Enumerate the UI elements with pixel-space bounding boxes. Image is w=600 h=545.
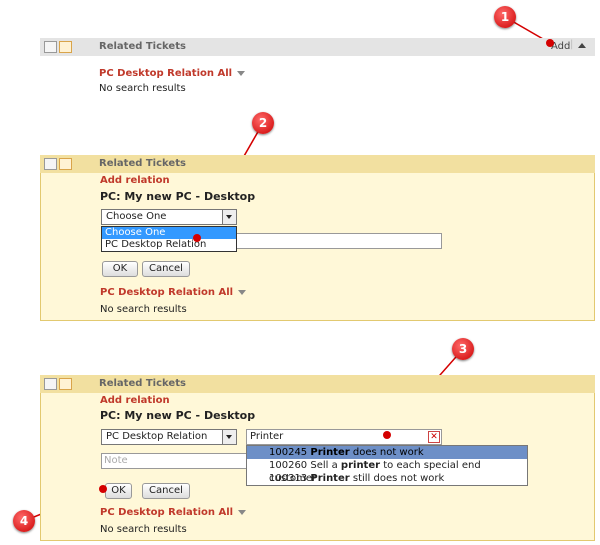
chevron-down-icon[interactable] bbox=[222, 430, 236, 444]
section-header[interactable]: PC Desktop Relation All bbox=[99, 68, 246, 79]
section-label: PC Desktop Relation All bbox=[100, 287, 234, 298]
notes-icon[interactable] bbox=[59, 41, 72, 53]
cancel-button[interactable]: Cancel bbox=[142, 261, 190, 277]
ticket-id: 100313 bbox=[269, 473, 308, 484]
step-marker-4: 4 bbox=[13, 510, 35, 532]
toggle-icon[interactable] bbox=[44, 158, 57, 170]
note-placeholder: Note bbox=[104, 455, 128, 466]
search-input[interactable]: Printer ✕ bbox=[246, 429, 442, 445]
ok-button[interactable]: OK bbox=[102, 261, 138, 277]
callout-dot bbox=[193, 234, 201, 242]
collapse-icon[interactable] bbox=[578, 43, 586, 48]
suggestion-item[interactable]: 100260 Sell a printer to each special en… bbox=[247, 459, 527, 484]
search-value: Printer bbox=[250, 431, 284, 442]
related-tickets-panel-3: Related Tickets Add relation PC: My new … bbox=[40, 375, 595, 541]
notes-icon[interactable] bbox=[59, 158, 72, 170]
select-value: PC Desktop Relation bbox=[106, 431, 208, 442]
autocomplete-list: 100245 Printer does not work 100260 Sell… bbox=[246, 445, 528, 486]
panel-title: Related Tickets bbox=[99, 41, 186, 52]
search-input[interactable] bbox=[236, 233, 442, 249]
notes-icon[interactable] bbox=[59, 378, 72, 390]
toggle-icon[interactable] bbox=[44, 41, 57, 53]
chevron-down-icon bbox=[237, 70, 246, 76]
chevron-down-icon bbox=[238, 509, 247, 515]
no-results-text: No search results bbox=[99, 83, 186, 94]
dropdown-option[interactable]: PC Desktop Relation bbox=[102, 239, 236, 251]
add-relation-label: Add relation bbox=[100, 175, 170, 186]
chevron-down-icon[interactable] bbox=[222, 210, 236, 224]
callout-dot bbox=[546, 39, 554, 47]
panel-icons bbox=[44, 41, 74, 53]
select-value: Choose One bbox=[106, 211, 167, 222]
panel-title: Related Tickets bbox=[99, 378, 186, 389]
section-header[interactable]: PC Desktop Relation All bbox=[100, 507, 247, 518]
panel-title: Related Tickets bbox=[99, 158, 186, 169]
section-label: PC Desktop Relation All bbox=[99, 68, 233, 79]
section-header[interactable]: PC Desktop Relation All bbox=[100, 287, 247, 298]
object-title: PC: My new PC - Desktop bbox=[100, 190, 256, 203]
panel-header: Related Tickets Add | bbox=[40, 38, 595, 56]
panel-icons bbox=[44, 378, 74, 390]
related-tickets-panel-2: Related Tickets Add relation PC: My new … bbox=[40, 155, 595, 321]
section-label: PC Desktop Relation All bbox=[100, 507, 234, 518]
no-results-text: No search results bbox=[100, 524, 187, 535]
add-relation-label: Add relation bbox=[100, 395, 170, 406]
ok-button[interactable]: OK bbox=[105, 483, 132, 499]
chevron-down-icon bbox=[238, 289, 247, 295]
callout-dot bbox=[99, 485, 107, 493]
dropdown-option[interactable]: Choose One bbox=[102, 227, 236, 239]
callout-dot bbox=[383, 431, 391, 439]
panel-icons bbox=[44, 158, 74, 170]
clear-icon[interactable]: ✕ bbox=[428, 431, 440, 443]
cancel-button[interactable]: Cancel bbox=[142, 483, 190, 499]
panel-body: Add relation PC: My new PC - Desktop PC … bbox=[40, 393, 595, 541]
suggestion-item[interactable]: 100313 Printer still does not work bbox=[247, 472, 527, 485]
toggle-icon[interactable] bbox=[44, 378, 57, 390]
relation-select[interactable]: Choose One bbox=[101, 209, 237, 225]
panel-body: Add relation PC: My new PC - Desktop Cho… bbox=[40, 173, 595, 321]
step-marker-1: 1 bbox=[494, 6, 516, 28]
object-title: PC: My new PC - Desktop bbox=[100, 409, 256, 422]
panel-header: Related Tickets bbox=[40, 375, 595, 393]
panel-header: Related Tickets bbox=[40, 155, 595, 173]
suggestion-item[interactable]: 100245 Printer does not work bbox=[247, 446, 527, 459]
note-field[interactable]: Note bbox=[101, 453, 253, 469]
relation-dropdown-list: Choose One PC Desktop Relation bbox=[101, 226, 237, 252]
ticket-id: 100245 bbox=[269, 447, 308, 458]
related-tickets-panel-1: Related Tickets Add | PC Desktop Relatio… bbox=[40, 38, 595, 98]
separator: | bbox=[570, 39, 574, 50]
step-marker-3: 3 bbox=[452, 338, 474, 360]
no-results-text: No search results bbox=[100, 304, 187, 315]
relation-select[interactable]: PC Desktop Relation bbox=[101, 429, 237, 445]
step-marker-2: 2 bbox=[252, 112, 274, 134]
ticket-id: 100260 bbox=[269, 460, 308, 471]
